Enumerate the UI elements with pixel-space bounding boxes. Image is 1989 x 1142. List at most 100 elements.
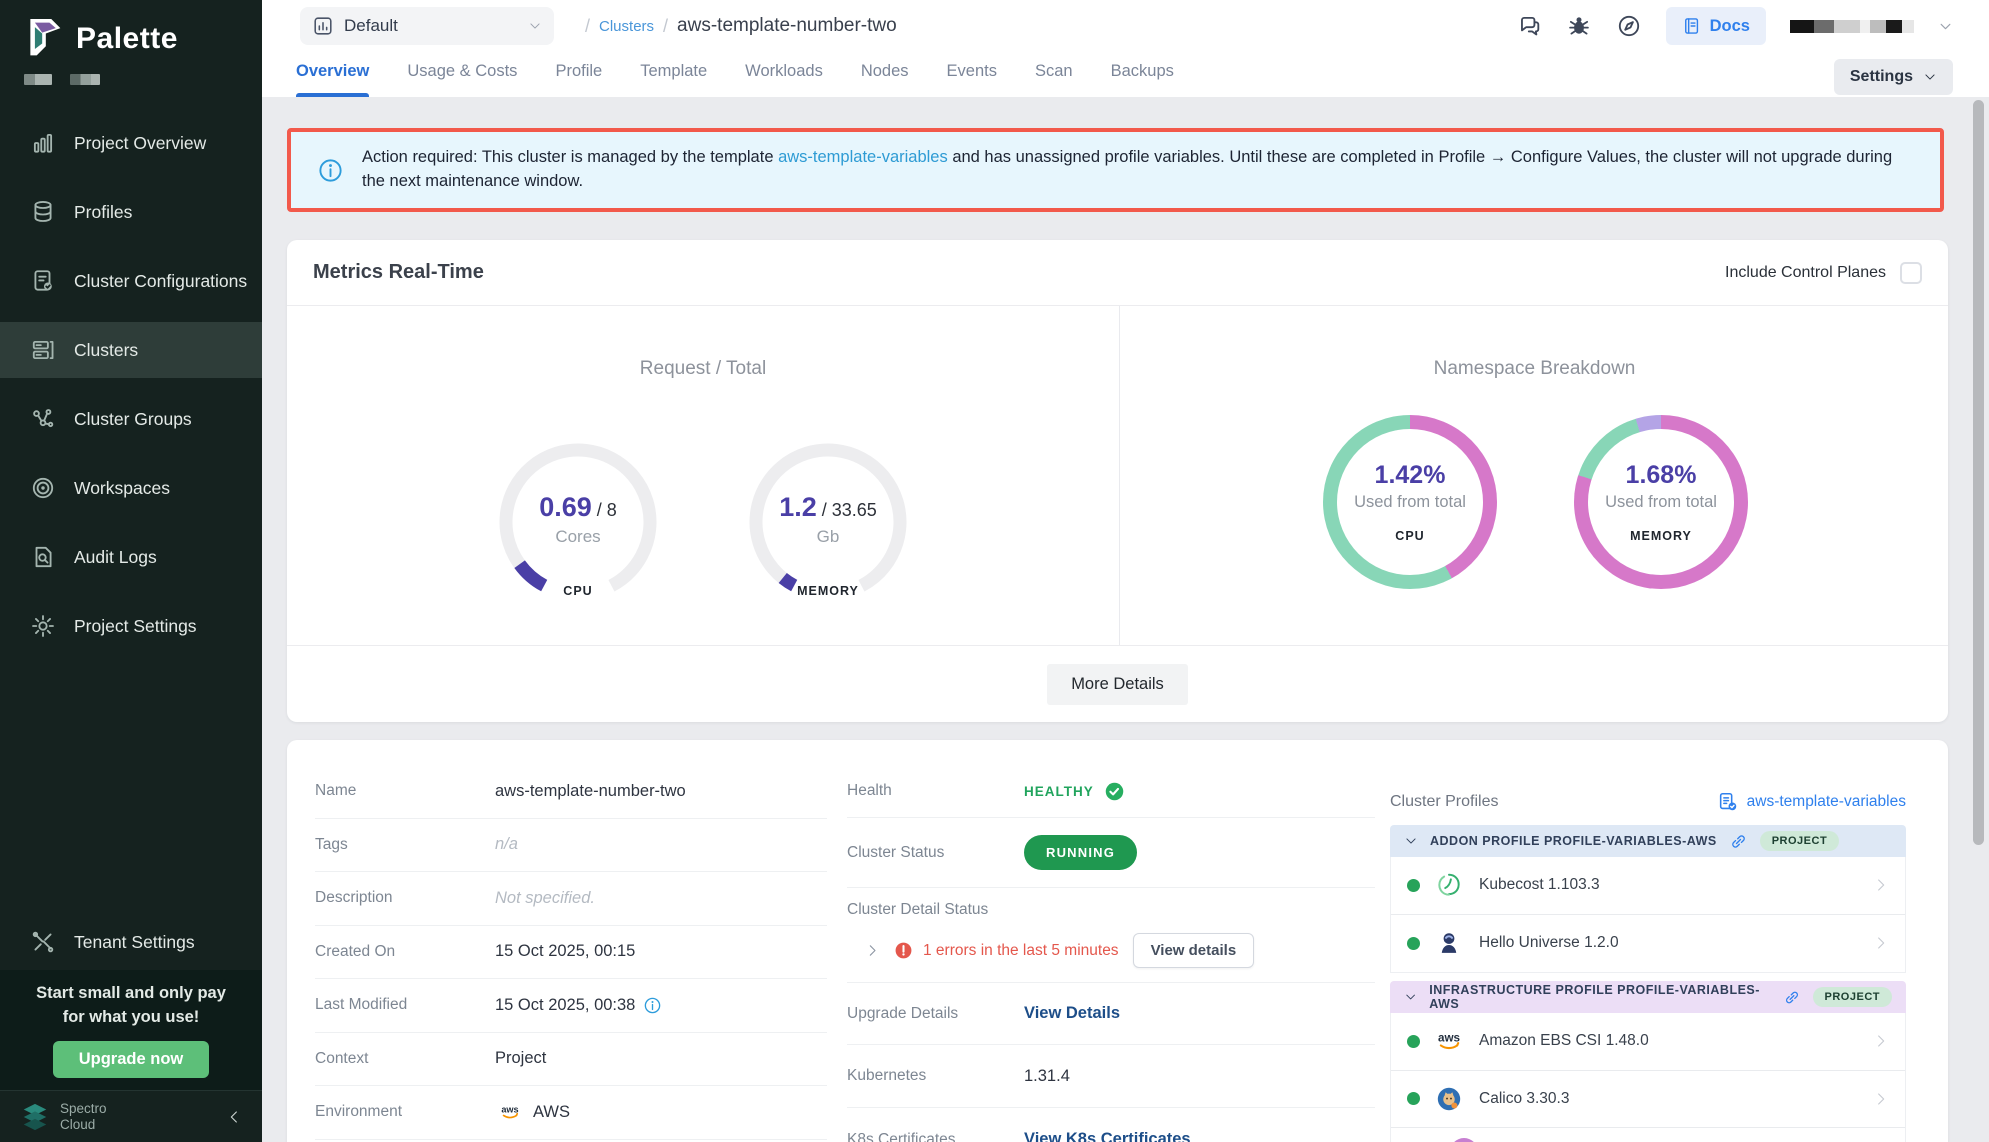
alert-template-link[interactable]: aws-template-variables xyxy=(778,148,948,166)
sidebar-collapse-icon[interactable] xyxy=(226,1109,242,1125)
info-label: Description xyxy=(315,889,495,907)
breadcrumb-clusters-link[interactable]: Clusters xyxy=(599,18,654,35)
sidebar-item-label: Cluster Groups xyxy=(74,409,192,430)
info-value: 15 Oct 2025, 00:15 xyxy=(495,942,635,961)
tab-overview[interactable]: Overview xyxy=(296,62,369,97)
more-details-button[interactable]: More Details xyxy=(1047,664,1188,705)
book-icon xyxy=(1682,16,1702,36)
tab-template[interactable]: Template xyxy=(640,62,707,97)
sidebar-item-tenant-settings[interactable]: Tenant Settings xyxy=(0,914,262,970)
gauge-value: 1.2 / 33.65 xyxy=(742,492,914,523)
tab-workloads[interactable]: Workloads xyxy=(745,62,823,97)
view-details-button[interactable]: View details xyxy=(1133,933,1255,968)
profile-group-header-addon-profile-profile-variables-aws[interactable]: ADDON PROFILE PROFILE-VARIABLES-AWSPROJE… xyxy=(1390,825,1906,857)
profile-item-partial[interactable] xyxy=(1391,1128,1905,1142)
chat-icon[interactable] xyxy=(1516,13,1542,39)
link-icon xyxy=(1783,988,1801,1007)
details-card: Nameaws-template-number-twoTagsn/a Descri… xyxy=(287,740,1948,1142)
project-selector-value: Default xyxy=(344,16,398,36)
compass-icon[interactable] xyxy=(1616,13,1642,39)
tools-icon xyxy=(30,929,56,955)
donut-label: MEMORY xyxy=(1630,529,1692,543)
chevron-down-icon[interactable] xyxy=(1404,834,1418,848)
sidebar-item-audit-logs[interactable]: Audit Logs xyxy=(0,529,262,585)
upgrade-now-button[interactable]: Upgrade now xyxy=(53,1041,210,1078)
metrics-card: Metrics Real-Time Include Control Planes… xyxy=(287,240,1948,722)
donut-center: 1.68%Used from totalMEMORY xyxy=(1588,429,1734,575)
sidebar-item-project-overview[interactable]: Project Overview xyxy=(0,115,262,171)
docs-button[interactable]: Docs xyxy=(1666,7,1766,45)
palette-logo-icon xyxy=(24,16,64,62)
clusters-icon xyxy=(30,337,56,363)
sidebar-item-project-settings[interactable]: Project Settings xyxy=(0,598,262,654)
info-row-name: Nameaws-template-number-two xyxy=(315,765,827,819)
gauge-unit: Cores xyxy=(492,527,664,547)
profile-item-calico-3-30-3[interactable]: Calico 3.30.3 xyxy=(1391,1071,1905,1129)
info-row-environment: EnvironmentawsAWS xyxy=(315,1086,827,1140)
settings-button[interactable]: Settings xyxy=(1834,59,1953,95)
kubernetes-label: Kubernetes xyxy=(847,1067,1024,1085)
upsell-text: Start small and only pay for what you us… xyxy=(36,982,226,1030)
account-chevron-down-icon[interactable] xyxy=(1938,19,1953,34)
sidebar-item-label: Project Settings xyxy=(74,616,197,637)
template-profile-link[interactable]: aws-template-variables xyxy=(1717,791,1906,813)
aws-logo-icon: aws xyxy=(495,1101,525,1123)
scrollbar[interactable] xyxy=(1973,100,1984,845)
sidebar-item-workspaces[interactable]: Workspaces xyxy=(0,460,262,516)
info-icon[interactable] xyxy=(643,996,662,1015)
profile-group-name: INFRASTRUCTURE PROFILE PROFILE-VARIABLES… xyxy=(1429,983,1770,1011)
sidebar-item-profiles[interactable]: Profiles xyxy=(0,184,262,240)
view-k8s-certificates-link[interactable]: View K8s Certificates xyxy=(1024,1130,1191,1142)
tab-backups[interactable]: Backups xyxy=(1111,62,1174,97)
sidebar-item-label: Cluster Configurations xyxy=(74,271,247,292)
tab-profile[interactable]: Profile xyxy=(555,62,602,97)
profiles-column: Cluster Profiles aws-template-variables … xyxy=(1390,740,1906,1142)
tab-scan[interactable]: Scan xyxy=(1035,62,1073,97)
document-check-icon xyxy=(1717,791,1739,813)
profile-item-kubecost-1-103-3[interactable]: Kubecost 1.103.3 xyxy=(1391,857,1905,915)
expand-chevron-icon[interactable] xyxy=(865,943,880,958)
profile-item-hello-universe-1-2-0[interactable]: Hello Universe 1.2.0 xyxy=(1391,915,1905,973)
sidebar-item-cluster-configurations[interactable]: Cluster Configurations xyxy=(0,253,262,309)
brand-name: Palette xyxy=(76,22,178,56)
metrics-title: Metrics Real-Time xyxy=(313,261,484,284)
aws-logo-icon: aws xyxy=(1435,1027,1463,1055)
tab-events[interactable]: Events xyxy=(947,62,997,97)
profile-group-body: aws Amazon EBS CSI 1.48.0 Calico 3.30.3 xyxy=(1390,1013,1906,1142)
bug-report-icon[interactable] xyxy=(1566,13,1592,39)
profile-group-header-infrastructure-profile-profile-variables-aws[interactable]: INFRASTRUCTURE PROFILE PROFILE-VARIABLES… xyxy=(1390,981,1906,1013)
project-selector[interactable]: Default xyxy=(300,7,554,45)
info-row-tags: Tagsn/a xyxy=(315,819,827,873)
chevron-down-icon xyxy=(528,19,542,33)
link-icon xyxy=(1729,832,1748,851)
upgrade-view-details-link[interactable]: View Details xyxy=(1024,1004,1120,1023)
gauge-memory: 1.2 / 33.65GbMEMORY xyxy=(742,436,914,608)
profile-item-amazon-ebs-csi-1-48-0[interactable]: aws Amazon EBS CSI 1.48.0 xyxy=(1391,1013,1905,1071)
info-label: Created On xyxy=(315,943,495,961)
donut-center: 1.42%Used from totalCPU xyxy=(1337,429,1483,575)
palette-app: Palette Project Overview Profiles Cluster … xyxy=(0,0,1989,1142)
tab-bar: Overview Usage & Costs Profile Template Work… xyxy=(296,62,1174,97)
error-text: 1 errors in the last 5 minutes xyxy=(923,942,1119,960)
info-row-last-modified: Last Modified15 Oct 2025, 00:38 xyxy=(315,979,827,1033)
sidebar-nav: Project Overview Profiles Cluster Configur… xyxy=(0,115,262,654)
info-label: Last Modified xyxy=(315,996,495,1014)
sidebar-item-cluster-groups[interactable]: Cluster Groups xyxy=(0,391,262,447)
chevron-down-icon[interactable] xyxy=(1404,990,1417,1004)
profile-group-body: Kubecost 1.103.3Hello Universe 1.2.0 xyxy=(1390,857,1906,973)
tab-usage-costs[interactable]: Usage & Costs xyxy=(407,62,517,97)
spectro-cloud-name: SpectroCloud xyxy=(60,1101,107,1132)
tab-nodes[interactable]: Nodes xyxy=(861,62,909,97)
info-value: n/a xyxy=(495,835,518,854)
status-dot xyxy=(1407,879,1420,892)
running-badge: RUNNING xyxy=(1024,835,1137,870)
kubernetes-version: 1.31.4 xyxy=(1024,1067,1070,1086)
profile-item-name: Amazon EBS CSI 1.48.0 xyxy=(1479,1032,1649,1050)
sidebar-item-clusters[interactable]: Clusters xyxy=(0,322,262,378)
chevron-down-icon xyxy=(1923,70,1937,84)
donut-label: CPU xyxy=(1395,529,1424,543)
include-control-planes-checkbox[interactable] xyxy=(1900,262,1922,284)
cluster-info-column: Nameaws-template-number-twoTagsn/a Descri… xyxy=(315,765,827,1140)
spectro-cloud-logo-icon xyxy=(20,1102,50,1132)
request-total-title: Request / Total xyxy=(287,358,1119,380)
